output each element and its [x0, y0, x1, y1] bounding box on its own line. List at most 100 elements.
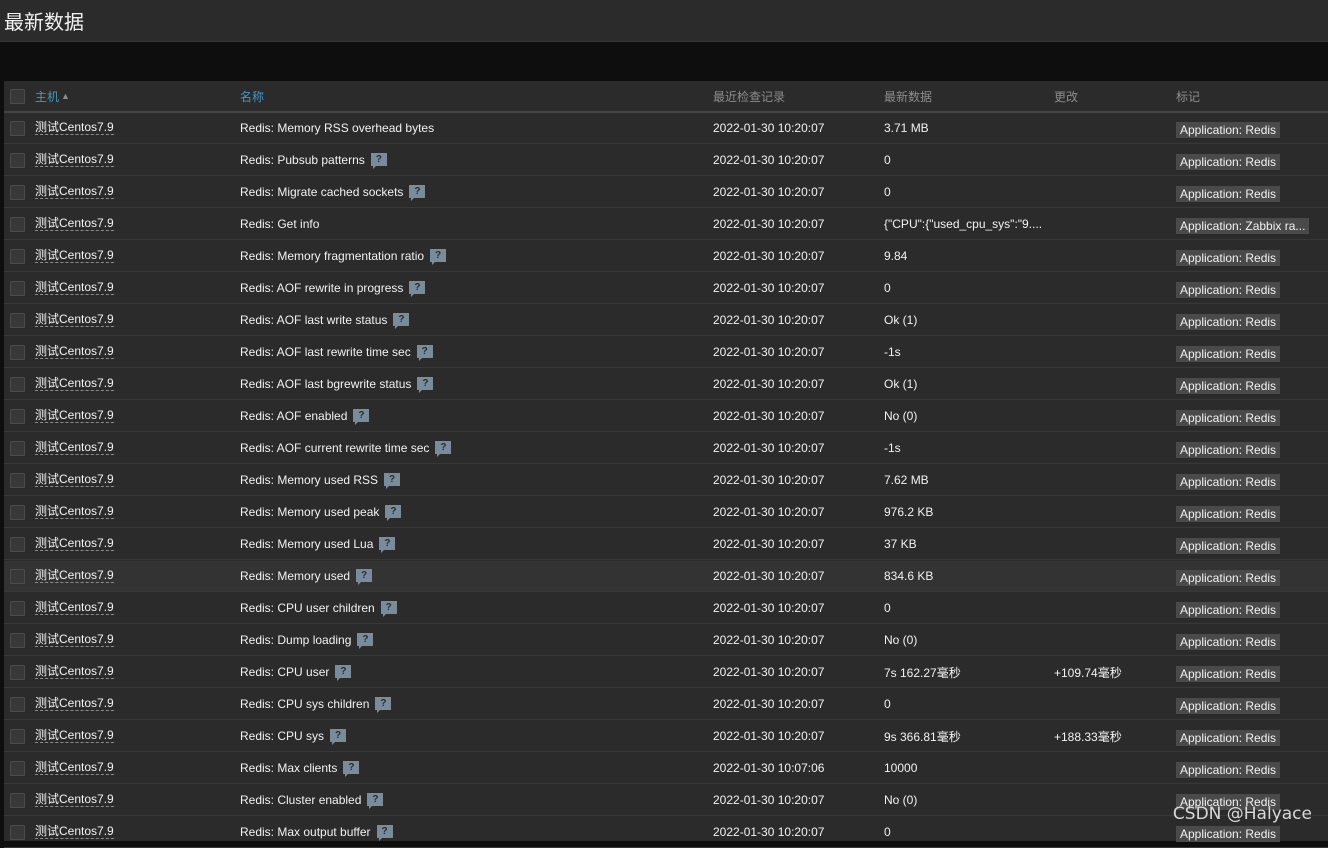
- host-link[interactable]: 测试Centos7.9: [35, 537, 114, 551]
- tag-badge[interactable]: Application: Redis: [1176, 569, 1281, 586]
- help-hint-icon[interactable]: ?: [384, 472, 401, 489]
- host-link[interactable]: 测试Centos7.9: [35, 313, 114, 327]
- help-hint-icon[interactable]: ?: [343, 760, 360, 777]
- host-link[interactable]: 测试Centos7.9: [35, 217, 114, 231]
- row-checkbox[interactable]: [10, 664, 25, 680]
- tag-badge[interactable]: Application: Redis: [1176, 601, 1281, 618]
- host-link[interactable]: 测试Centos7.9: [35, 697, 114, 711]
- host-link[interactable]: 测试Centos7.9: [35, 505, 114, 519]
- row-checkbox[interactable]: [10, 536, 25, 552]
- tag-badge[interactable]: Application: Redis: [1176, 249, 1281, 266]
- help-hint-icon[interactable]: ?: [356, 568, 373, 585]
- help-hint-icon[interactable]: ?: [393, 312, 410, 329]
- help-hint-icon[interactable]: ?: [409, 280, 426, 297]
- help-hint-icon[interactable]: ?: [430, 248, 447, 265]
- help-hint-icon[interactable]: ?: [335, 664, 352, 681]
- row-checkbox[interactable]: [10, 248, 25, 264]
- help-hint-icon[interactable]: ?: [380, 600, 397, 617]
- tag-badge[interactable]: Application: Redis: [1176, 473, 1281, 490]
- last-value: 976.2 KB: [884, 505, 934, 519]
- row-checkbox[interactable]: [10, 568, 25, 584]
- tag-badge[interactable]: Application: Redis: [1176, 409, 1281, 426]
- row-checkbox[interactable]: [10, 440, 25, 456]
- host-link[interactable]: 测试Centos7.9: [35, 633, 114, 647]
- tag-badge[interactable]: Application: Redis: [1176, 377, 1281, 394]
- host-link[interactable]: 测试Centos7.9: [35, 473, 114, 487]
- help-hint-icon[interactable]: ?: [370, 152, 387, 169]
- host-link[interactable]: 测试Centos7.9: [35, 729, 114, 743]
- select-all-checkbox[interactable]: [10, 88, 25, 104]
- row-checkbox[interactable]: [10, 408, 25, 424]
- row-checkbox[interactable]: [10, 632, 25, 648]
- tag-badge[interactable]: Application: Redis: [1176, 345, 1281, 362]
- row-checkbox[interactable]: [10, 312, 25, 328]
- row-checkbox[interactable]: [10, 696, 25, 712]
- help-hint-icon[interactable]: ?: [376, 824, 393, 841]
- row-checkbox[interactable]: [10, 600, 25, 616]
- tag-badge[interactable]: Application: Redis: [1176, 505, 1281, 522]
- tag-badge[interactable]: Application: Redis: [1176, 665, 1281, 682]
- tag-badge[interactable]: Application: Redis: [1176, 153, 1281, 170]
- last-check-time: 2022-01-30 10:20:07: [713, 697, 825, 711]
- help-hint-icon[interactable]: ?: [379, 536, 396, 553]
- table-row: 测试Centos7.9 Redis: Get info 2022-01-30 10:…: [4, 209, 1328, 240]
- row-checkbox[interactable]: [10, 280, 25, 296]
- help-hint-icon[interactable]: ?: [416, 344, 433, 361]
- help-hint-icon[interactable]: ?: [353, 408, 370, 425]
- row-checkbox[interactable]: [10, 120, 25, 136]
- tag-badge[interactable]: Application: Redis: [1176, 761, 1281, 778]
- row-checkbox[interactable]: [10, 376, 25, 392]
- host-link[interactable]: 测试Centos7.9: [35, 249, 114, 263]
- help-hint-icon[interactable]: ?: [330, 728, 347, 745]
- host-link[interactable]: 测试Centos7.9: [35, 153, 114, 167]
- host-link[interactable]: 测试Centos7.9: [35, 409, 114, 423]
- last-value: 9s 366.81毫秒: [884, 729, 961, 744]
- help-hint-icon[interactable]: ?: [409, 184, 426, 201]
- host-link[interactable]: 测试Centos7.9: [35, 185, 114, 199]
- host-link[interactable]: 测试Centos7.9: [35, 377, 114, 391]
- host-link[interactable]: 测试Centos7.9: [35, 281, 114, 295]
- host-link[interactable]: 测试Centos7.9: [35, 793, 114, 807]
- help-hint-icon[interactable]: ?: [367, 792, 384, 809]
- tag-badge[interactable]: Application: Redis: [1176, 633, 1281, 650]
- host-link[interactable]: 测试Centos7.9: [35, 601, 114, 615]
- column-name-sort[interactable]: 名称: [240, 88, 264, 105]
- help-hint-icon[interactable]: ?: [385, 504, 402, 521]
- host-link[interactable]: 测试Centos7.9: [35, 761, 114, 775]
- tag-badge[interactable]: Application: Redis: [1176, 729, 1281, 746]
- tag-badge[interactable]: Application: Redis: [1176, 825, 1281, 842]
- table-row: 测试Centos7.9 Redis: Max clients? 2022-01-30…: [4, 753, 1328, 784]
- last-check-time: 2022-01-30 10:20:07: [713, 793, 825, 807]
- tag-badge[interactable]: Application: Zabbix ra...: [1176, 217, 1310, 234]
- row-checkbox[interactable]: [10, 184, 25, 200]
- item-name: Redis: Memory RSS overhead bytes: [240, 121, 435, 135]
- row-checkbox[interactable]: [10, 824, 25, 840]
- column-host-sort[interactable]: 主机: [35, 88, 59, 105]
- host-link[interactable]: 测试Centos7.9: [35, 345, 114, 359]
- row-checkbox[interactable]: [10, 728, 25, 744]
- tag-badge[interactable]: Application: Redis: [1176, 185, 1281, 202]
- host-link[interactable]: 测试Centos7.9: [35, 121, 114, 135]
- help-hint-icon[interactable]: ?: [435, 440, 452, 457]
- row-checkbox[interactable]: [10, 472, 25, 488]
- host-link[interactable]: 测试Centos7.9: [35, 569, 114, 583]
- tag-badge[interactable]: Application: Redis: [1176, 537, 1281, 554]
- row-checkbox[interactable]: [10, 216, 25, 232]
- row-checkbox[interactable]: [10, 792, 25, 808]
- last-check-time: 2022-01-30 10:20:07: [713, 665, 825, 679]
- tag-badge[interactable]: Application: Redis: [1176, 697, 1281, 714]
- row-checkbox[interactable]: [10, 152, 25, 168]
- tag-badge[interactable]: Application: Redis: [1176, 281, 1281, 298]
- row-checkbox[interactable]: [10, 344, 25, 360]
- host-link[interactable]: 测试Centos7.9: [35, 825, 114, 839]
- help-hint-icon[interactable]: ?: [375, 696, 392, 713]
- help-hint-icon[interactable]: ?: [417, 376, 434, 393]
- row-checkbox[interactable]: [10, 504, 25, 520]
- tag-badge[interactable]: Application: Redis: [1176, 121, 1281, 138]
- tag-badge[interactable]: Application: Redis: [1176, 441, 1281, 458]
- help-hint-icon[interactable]: ?: [357, 632, 374, 649]
- tag-badge[interactable]: Application: Redis: [1176, 313, 1281, 330]
- host-link[interactable]: 测试Centos7.9: [35, 665, 114, 679]
- host-link[interactable]: 测试Centos7.9: [35, 441, 114, 455]
- row-checkbox[interactable]: [10, 760, 25, 776]
